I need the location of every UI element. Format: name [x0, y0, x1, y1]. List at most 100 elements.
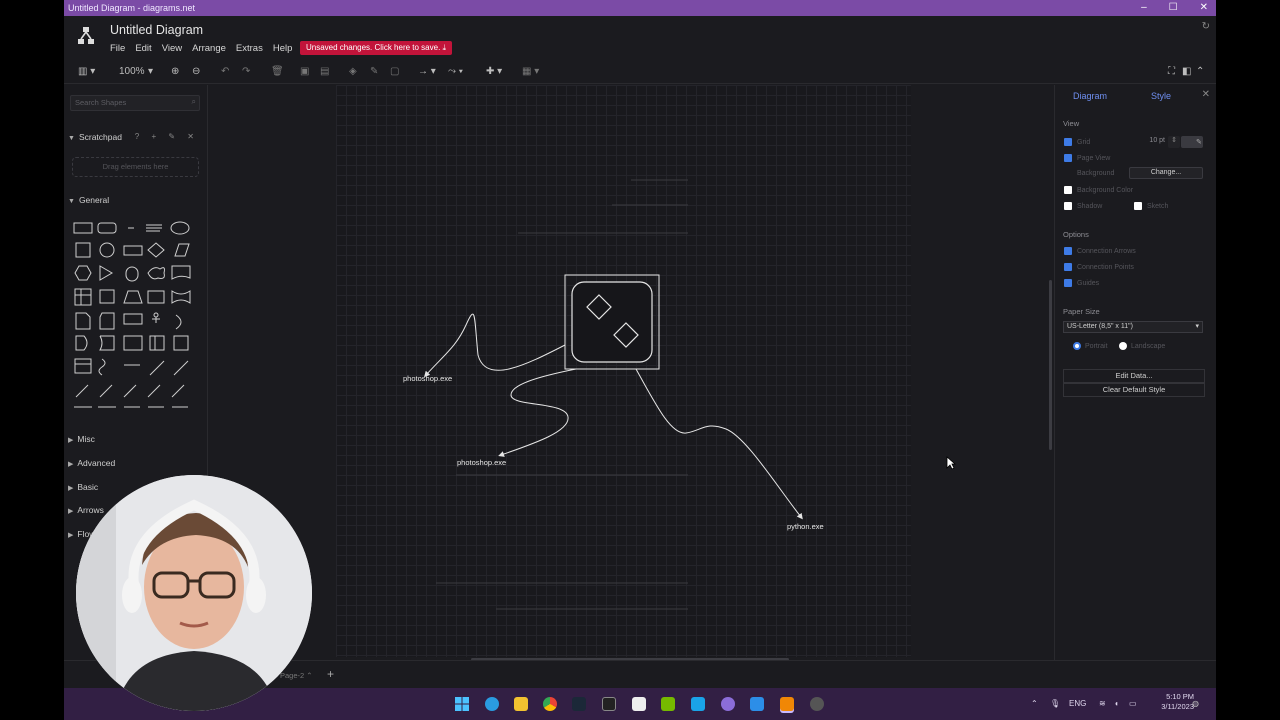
wifi-icon[interactable]: ≋ [1099, 699, 1106, 708]
battery-icon[interactable]: ▭ [1129, 699, 1137, 708]
collapse-icon[interactable]: ⌃ [1196, 66, 1204, 77]
l-app-icon[interactable] [691, 697, 705, 711]
portrait-radio[interactable] [1073, 342, 1081, 350]
diagram-canvas[interactable]: photoshop.exe photoshop.exe python.exe [208, 85, 1054, 661]
shadow-checkbox[interactable] [1064, 202, 1072, 210]
close-panel-icon[interactable]: ✕ [1202, 89, 1210, 100]
clock-date: 3/11/2023 [1161, 702, 1194, 711]
volume-icon[interactable]: ◖ [1114, 699, 1119, 708]
python-label[interactable]: python.exe [787, 522, 824, 531]
format-panel-icon[interactable]: ◧ [1182, 66, 1191, 77]
section-advanced[interactable]: ▶ Advanced [68, 458, 115, 468]
search-icon[interactable]: ⌕ [192, 97, 196, 107]
close-button[interactable]: ✕ [1200, 0, 1208, 16]
page-view-checkbox[interactable] [1064, 154, 1072, 162]
waypoints-icon[interactable]: ⤳ ▾ [448, 66, 463, 77]
connector-to-photoshop-2[interactable] [498, 368, 577, 457]
windows-start-icon[interactable] [455, 697, 469, 711]
purple-app-icon[interactable] [721, 697, 735, 711]
connector-to-photoshop-1[interactable] [423, 313, 566, 378]
minimize-button[interactable]: – [1141, 0, 1147, 16]
obs-icon[interactable] [810, 697, 824, 711]
connection-points-checkbox[interactable] [1064, 263, 1072, 271]
zoom-level[interactable]: 100% [119, 66, 145, 77]
background-color-checkbox[interactable] [1064, 186, 1072, 194]
sketch-checkbox[interactable] [1134, 202, 1142, 210]
connection-icon[interactable]: → ▾ [418, 66, 436, 77]
vertical-scrollbar[interactable] [1049, 280, 1052, 450]
page-tab[interactable]: Page-2 ⌃ [280, 671, 313, 680]
to-back-icon[interactable]: ▤ [320, 66, 329, 77]
file-explorer-icon[interactable] [514, 697, 528, 711]
shape-palette[interactable] [72, 219, 202, 411]
connector-to-python[interactable] [635, 368, 803, 520]
tab-diagram[interactable]: Diagram [1073, 91, 1107, 101]
g-app-icon[interactable] [602, 697, 616, 711]
format-panel-toggle-icon[interactable]: ▥ ▾ [78, 66, 95, 77]
fill-color-icon[interactable]: ◈ [349, 66, 357, 77]
menu-extras[interactable]: Extras [236, 43, 263, 54]
connection-arrows-checkbox[interactable] [1064, 247, 1072, 255]
section-general[interactable]: ▼ General [68, 195, 109, 205]
scratchpad-tools[interactable]: ? + ✎ ✕ [135, 132, 199, 141]
pencil-icon[interactable]: ✎ [1196, 138, 1202, 146]
diagram-page[interactable]: photoshop.exe photoshop.exe python.exe [336, 85, 911, 657]
delete-icon[interactable]: 🗑 [271, 66, 284, 77]
scratchpad-dropzone[interactable]: Drag elements here [72, 157, 199, 177]
diagram-svg[interactable] [336, 85, 911, 657]
document-title[interactable]: Untitled Diagram [110, 23, 203, 37]
notifications-icon[interactable]: ◍ [1192, 699, 1199, 708]
section-misc-label: Misc [77, 434, 95, 444]
insert-icon[interactable]: ✚ ▾ [486, 66, 502, 77]
fullscreen-icon[interactable]: ⛶ [1168, 66, 1175, 77]
redo-icon[interactable]: ↷ [242, 66, 250, 77]
sync-icon[interactable]: ↻ [1202, 21, 1210, 32]
menu-arrange[interactable]: Arrange [192, 43, 226, 54]
tray-overflow-icon[interactable]: ⌃ [1031, 699, 1038, 708]
drawio-taskbar-icon[interactable] [780, 697, 794, 711]
landscape-radio[interactable] [1119, 342, 1127, 350]
menu-help[interactable]: Help [273, 43, 293, 54]
app-icon-shape[interactable] [571, 281, 653, 363]
paper-size-select[interactable]: US-Letter (8,5" x 11") ▾ [1063, 321, 1203, 333]
zoom-dropdown-icon[interactable]: ▾ [148, 66, 153, 77]
unsaved-changes-button[interactable]: Unsaved changes. Click here to save. ⤓ [300, 41, 453, 55]
grid-checkbox[interactable] [1064, 138, 1072, 146]
tab-style[interactable]: Style [1151, 91, 1171, 101]
vscode-icon[interactable] [750, 697, 764, 711]
table-icon[interactable]: ▦ ▾ [522, 66, 539, 77]
section-arrows[interactable]: ▶ Arrows [68, 505, 104, 515]
zoom-out-icon[interactable]: ⊖ [192, 66, 200, 77]
search-shapes-input[interactable]: Search Shapes ⌕ [70, 95, 200, 111]
clear-default-style-button[interactable]: Clear Default Style [1063, 383, 1205, 397]
microphone-icon[interactable]: 🎙 [1050, 699, 1060, 708]
language-indicator[interactable]: ENG [1069, 699, 1086, 708]
change-background-button[interactable]: Change... [1129, 167, 1203, 179]
steam-icon[interactable] [572, 697, 586, 711]
notion-icon[interactable] [632, 697, 646, 711]
shadow-icon[interactable]: ▢ [390, 66, 399, 77]
edit-data-button[interactable]: Edit Data... [1063, 369, 1205, 383]
photoshop-label-1[interactable]: photoshop.exe [403, 374, 452, 383]
menu-view[interactable]: View [162, 43, 182, 54]
scratchpad-header[interactable]: ▼ Scratchpad [68, 132, 122, 142]
undo-icon[interactable]: ↶ [221, 66, 229, 77]
grid-size-stepper[interactable]: ⇕ [1168, 136, 1180, 148]
taskbar-clock[interactable]: 5:10 PM 3/11/2023 [1161, 692, 1194, 712]
line-color-icon[interactable]: ✎ [370, 66, 378, 77]
menu-file[interactable]: File [110, 43, 125, 54]
nvidia-icon[interactable] [661, 697, 675, 711]
add-page-icon[interactable]: + [327, 667, 334, 681]
guides-checkbox[interactable] [1064, 279, 1072, 287]
maximize-button[interactable]: ☐ [1169, 0, 1178, 16]
section-basic-label: Basic [77, 482, 99, 492]
menu-edit[interactable]: Edit [135, 43, 151, 54]
section-misc[interactable]: ▶ Misc [68, 434, 95, 444]
telegram-icon[interactable] [485, 697, 499, 711]
to-front-icon[interactable]: ▣ [300, 66, 309, 77]
chrome-icon[interactable] [543, 697, 557, 711]
grid-size-input[interactable]: 10 pt [1129, 136, 1165, 148]
section-basic[interactable]: ▶ Basic [68, 482, 98, 492]
zoom-in-icon[interactable]: ⊕ [171, 66, 179, 77]
photoshop-label-2[interactable]: photoshop.exe [457, 458, 506, 467]
